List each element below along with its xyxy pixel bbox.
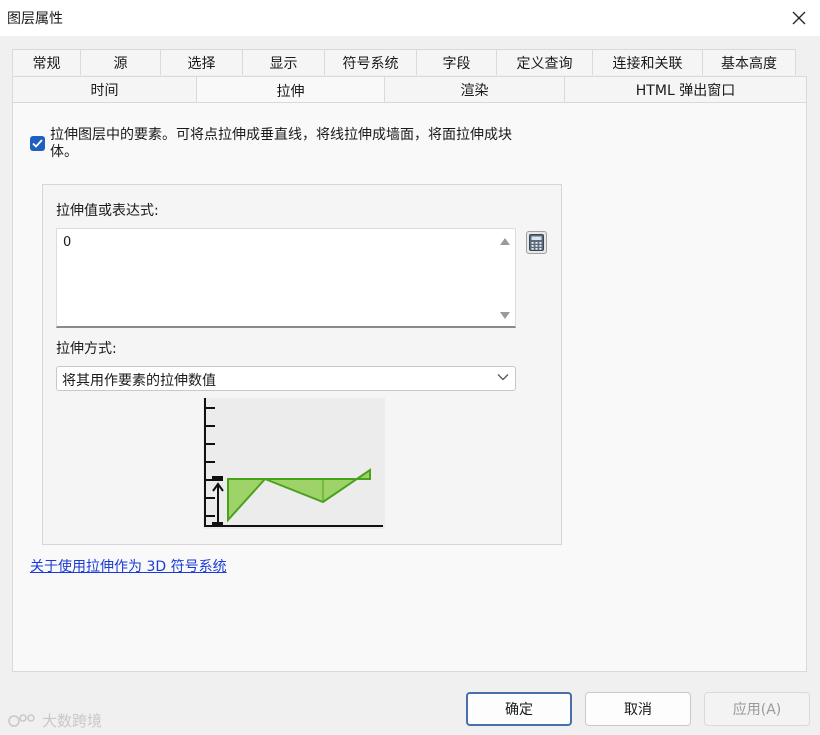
tab-html-popup[interactable]: HTML 弹出窗口 <box>564 76 807 103</box>
expression-builder-button[interactable] <box>526 231 547 254</box>
tab-row-2: 时间 拉伸 渲染 HTML 弹出窗口 <box>12 76 807 104</box>
checkmark-icon <box>32 139 43 148</box>
tab-general[interactable]: 常规 <box>12 49 80 75</box>
tab-time[interactable]: 时间 <box>12 76 196 103</box>
scroll-down-arrow[interactable] <box>499 310 511 320</box>
tab-joins-relates[interactable]: 连接和关联 <box>592 49 702 75</box>
close-button[interactable] <box>784 3 814 33</box>
window-title: 图层属性 <box>7 11 63 27</box>
ok-button[interactable]: 确定 <box>466 692 572 726</box>
tab-source[interactable]: 源 <box>80 49 160 75</box>
extrusion-method-select[interactable]: 将其用作要素的拉伸数值 <box>56 366 516 391</box>
tab-base-heights[interactable]: 基本高度 <box>702 49 796 75</box>
extrusion-expression-value: 0 <box>63 235 72 250</box>
triangle-down-icon <box>500 311 510 319</box>
apply-button[interactable]: 应用(A) <box>704 692 810 726</box>
extrusion-help-link[interactable]: 关于使用拉伸作为 3D 符号系统 <box>30 556 227 576</box>
tab-display[interactable]: 显示 <box>242 49 324 75</box>
title-bar: 图层属性 <box>0 0 820 36</box>
watermark: 大数跨境 <box>8 710 102 731</box>
calculator-icon <box>529 234 544 251</box>
extrude-checkbox-label: 拉伸图层中的要素。可将点拉伸成垂直线，将线拉伸成墙面，将面拉伸成块体。 <box>50 127 512 160</box>
tab-symbology[interactable]: 符号系统 <box>324 49 416 75</box>
triangle-up-icon <box>500 237 510 245</box>
tab-fields[interactable]: 字段 <box>416 49 496 75</box>
tab-extrusion[interactable]: 拉伸 <box>196 76 384 104</box>
watermark-text: 大数跨境 <box>42 712 103 730</box>
extrusion-expression-input[interactable]: 0 <box>56 228 516 328</box>
extrude-checkbox[interactable] <box>30 136 45 151</box>
extrusion-value-label: 拉伸值或表达式: <box>56 203 159 219</box>
watermark-logo-icon <box>8 713 35 727</box>
extrusion-method-label: 拉伸方式: <box>56 341 117 357</box>
chevron-down-icon <box>497 374 509 381</box>
extrusion-illustration-graphic <box>203 398 385 529</box>
extrusion-method-value: 将其用作要素的拉伸数值 <box>62 373 216 389</box>
extrusion-method-illustration <box>203 398 385 529</box>
tab-rendering[interactable]: 渲染 <box>384 76 564 103</box>
close-icon <box>792 11 806 25</box>
cancel-button[interactable]: 取消 <box>585 692 691 726</box>
tab-definition-query[interactable]: 定义查询 <box>496 49 592 75</box>
scroll-up-arrow[interactable] <box>499 236 511 246</box>
tab-row-1: 常规 源 选择 显示 符号系统 字段 定义查询 连接和关联 基本高度 <box>12 49 796 75</box>
tab-selection[interactable]: 选择 <box>160 49 242 75</box>
